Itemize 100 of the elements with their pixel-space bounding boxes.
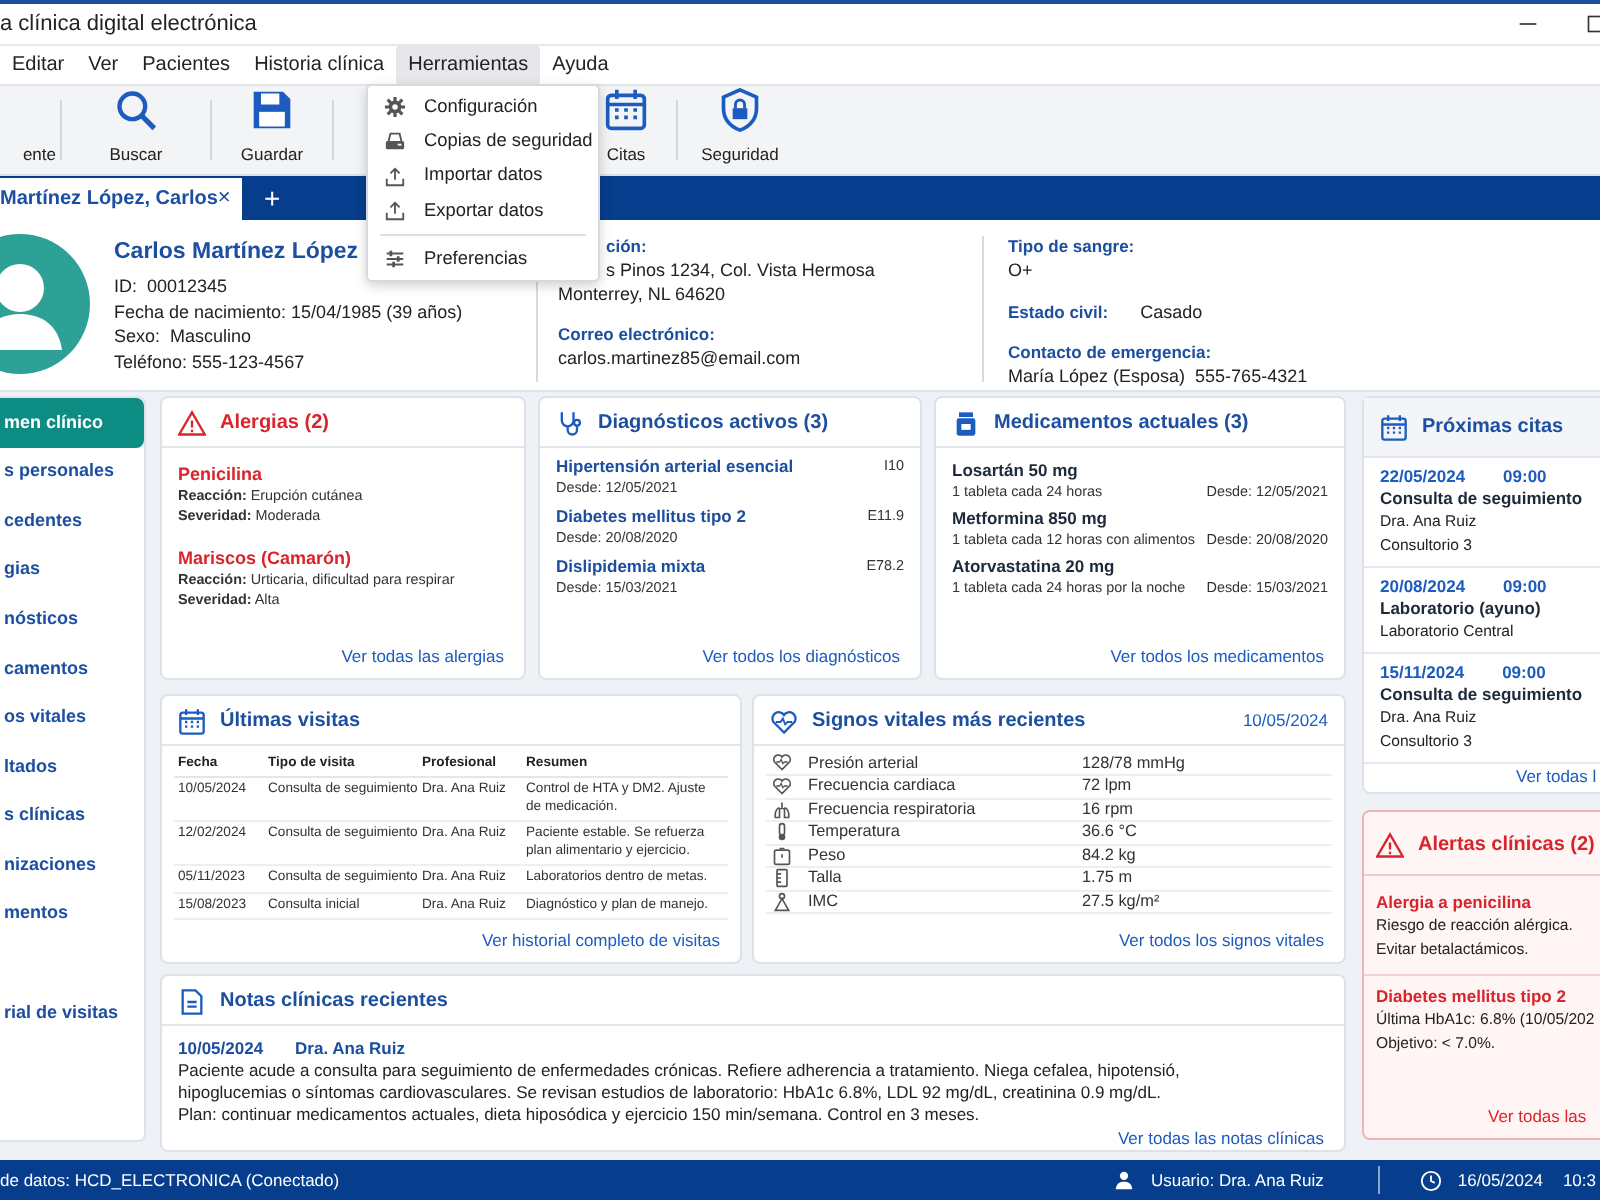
lungs-icon xyxy=(772,799,792,820)
appointment-time: 09:00 xyxy=(1502,660,1546,684)
appointment-time: 09:00 xyxy=(1503,574,1547,598)
ruler-icon xyxy=(772,868,792,889)
sidebar-item[interactable]: s personales xyxy=(0,447,144,497)
sidebar-item[interactable]: men clínico xyxy=(0,398,144,448)
sidebar-item[interactable]: nizaciones xyxy=(0,840,144,890)
appointment-title: Laboratorio (ayuno) xyxy=(1380,598,1543,620)
sidebar-item[interactable]: nósticos xyxy=(0,594,144,644)
status-date: 16/05/2024 xyxy=(1457,1167,1543,1193)
card-title: Alertas clínicas (2) xyxy=(1418,832,1597,860)
menu-item[interactable]: Importar datos xyxy=(368,159,598,194)
vital-value: 1.75 m xyxy=(1076,867,1332,890)
sidebar-item[interactable]: gias xyxy=(0,545,144,595)
vital-value: 27.5 kg/m² xyxy=(1076,890,1332,913)
menu-item[interactable]: Configuración xyxy=(368,90,598,125)
view-all-link[interactable]: Ver todos los signos vitales xyxy=(1098,928,1344,962)
allergy-name: Penicilina xyxy=(178,462,265,486)
view-all-link[interactable]: Ver todas las xyxy=(1364,1104,1600,1138)
appointment-date: 15/11/2024 xyxy=(1380,660,1465,684)
menu-item[interactable]: Historia clínica xyxy=(242,44,397,86)
toolbar-button[interactable]: Buscar xyxy=(62,88,210,172)
toolbar-button[interactable]: Guardar xyxy=(212,88,332,172)
field-label: ción: xyxy=(606,236,649,258)
address-text: s Pinos 1234, Col. Vista Hermosa xyxy=(606,258,877,282)
toolbar-button[interactable]: Seguridad xyxy=(678,88,802,172)
sidebar-item[interactable]: mentos xyxy=(0,889,144,940)
view-all-link[interactable]: Ver todos los diagnósticos xyxy=(682,644,920,678)
field-label: Contacto de emergencia: xyxy=(1008,342,1214,364)
maximize-icon[interactable] xyxy=(1586,14,1600,34)
patient-name: Carlos Martínez López xyxy=(114,238,359,268)
sidebar-item[interactable]: ltados xyxy=(0,742,144,792)
card-title: Medicamentos actuales (3) xyxy=(994,410,1251,438)
vitals-date: 10/05/2024 xyxy=(1242,708,1328,734)
vital-value: 36.6 °C xyxy=(1076,821,1332,844)
view-all-link[interactable]: Ver todas las alergias xyxy=(321,644,524,678)
view-all-link[interactable]: Ver todas l xyxy=(1364,764,1600,798)
sidebar-item[interactable]: rial de visitas xyxy=(0,989,144,1039)
search-icon xyxy=(114,88,158,133)
drive-icon xyxy=(384,130,406,153)
toolbar-button[interactable]: ente xyxy=(0,88,60,172)
vital-value: 128/78 mmHg xyxy=(1076,752,1332,775)
patient-tab[interactable]: Martínez López, Carlos× xyxy=(0,178,242,220)
sidebar-item[interactable]: cedentes xyxy=(0,496,144,546)
medication-name: Metformina 850 mg xyxy=(952,508,1109,530)
patient-detail: Sexo: Masculino xyxy=(114,324,254,350)
field-label: Estado civil: xyxy=(1008,301,1109,323)
vital-label: Frecuencia cardiaca xyxy=(802,775,1076,798)
close-icon[interactable]: × xyxy=(217,182,231,216)
field-label: Correo electrónico: xyxy=(558,324,717,346)
menu-item[interactable]: Exportar datos xyxy=(368,193,598,229)
vital-label: Talla xyxy=(802,867,1076,890)
view-all-link[interactable]: Ver todas las notas clínicas xyxy=(1097,1126,1344,1150)
warning-icon xyxy=(178,409,206,437)
appointment-date: 20/08/2024 xyxy=(1380,574,1466,598)
field-value: María López (Esposa) 555-765-4321 xyxy=(1008,364,1308,388)
shield-lock-icon xyxy=(718,88,762,133)
note-text: hipoglucemias o síntomas cardiovasculares. Se revisan estudios de laboratorio: HbA1c 6.8%, LDL 92 mg/dL, creatinina 0.9 mg/dL. xyxy=(178,1082,1164,1104)
stethoscope-icon xyxy=(556,409,584,437)
field-value: O+ xyxy=(1008,258,1035,282)
add-tab-button[interactable]: + xyxy=(264,177,281,219)
sidebar-item[interactable]: os vitales xyxy=(0,693,144,743)
heart-pulse-icon xyxy=(770,707,798,735)
menu-item[interactable]: Editar xyxy=(0,44,77,86)
note-text: Paciente acude a consulta para seguimiento de enfermedades crónicas. Refiere adherencia a tratamiento. Niega cefalea, hipotensió, xyxy=(178,1060,1182,1082)
menu-item[interactable]: Preferencias xyxy=(368,242,598,277)
view-all-link[interactable]: Ver historial completo de visitas xyxy=(461,928,740,962)
card-title: Alergias (2) xyxy=(220,410,331,438)
scale-icon xyxy=(772,845,792,866)
field-value: Casado xyxy=(1140,300,1203,324)
clock-icon xyxy=(1419,1169,1442,1191)
card-title: Notas clínicas recientes xyxy=(220,988,450,1016)
menu-item[interactable]: Ver xyxy=(76,44,131,86)
view-all-link[interactable]: Ver todos los medicamentos xyxy=(1090,644,1344,678)
diagnosis-name: Hipertensión arterial esencial xyxy=(556,456,794,478)
medication-name: Losartán 50 mg xyxy=(952,460,1080,482)
document-icon xyxy=(178,987,206,1015)
menu-item[interactable]: Pacientes xyxy=(130,44,243,86)
alert-title: Alergia a penicilina xyxy=(1376,890,1533,914)
vital-label: Presión arterial xyxy=(802,752,1076,775)
sidebar-item[interactable]: s clínicas xyxy=(0,791,144,841)
alert-title: Diabetes mellitus tipo 2 xyxy=(1376,984,1568,1008)
sidebar-item[interactable]: camentos xyxy=(0,643,144,694)
sliders-icon xyxy=(384,248,406,271)
pill-bottle-icon xyxy=(952,409,980,437)
menu-item[interactable]: Copias de seguridad xyxy=(368,124,598,160)
note-text: Plan: continuar medicamentos actuales, dieta hiposódica y ejercicio 150 min/semana. Control en 3 meses. xyxy=(178,1104,982,1126)
user-icon xyxy=(1114,1170,1135,1190)
appointment-date: 22/05/2024 xyxy=(1380,464,1466,488)
diagnosis-name: Dislipidemia mixta xyxy=(556,556,706,578)
menu-item[interactable]: Ayuda xyxy=(540,44,621,86)
vital-value: 16 rpm xyxy=(1076,798,1332,821)
menu-item[interactable]: Herramientas xyxy=(396,44,541,86)
vital-label: Peso xyxy=(802,844,1076,867)
window-title: a clínica digital electrónica xyxy=(0,9,257,40)
note-date: 10/05/2024 xyxy=(178,1038,264,1060)
status-time: 10:3 xyxy=(1562,1167,1596,1193)
address-text: Monterrey, NL 64620 xyxy=(558,282,728,306)
patient-detail: ID: 00012345 xyxy=(114,274,230,300)
vital-value: 72 lpm xyxy=(1076,775,1332,798)
